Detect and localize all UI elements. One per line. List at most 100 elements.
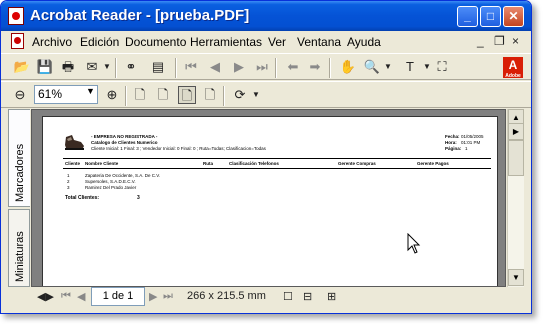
pdf-page: - EMPRESA NO REGISTRADA - Catalogo de Cl… [42, 116, 498, 286]
columns-rule [63, 168, 491, 169]
snapshot-tool-icon[interactable]: ⛶ [433, 58, 451, 76]
column-header-gerente-compras: Gerente Compras [338, 161, 376, 166]
actual-size-icon[interactable]: 🗋 [131, 86, 149, 104]
separator [275, 58, 277, 78]
column-header-clasificacion: Clasificación [229, 161, 257, 166]
main-toolbar: 📂 💾 🖶 ✉ ▼ ⚭ ▤ ⏮ ◀ ▶ ⏭ ⬅ ➡ ✋ 🔍 ▼ T ▼ ⛶ AA… [1, 53, 531, 80]
find-binoculars-icon[interactable]: ⚭ [122, 58, 140, 76]
status-last-page-icon[interactable]: ⏭ [163, 290, 173, 303]
mouse-pointer-icon [407, 233, 421, 254]
continuous-icon[interactable]: ⊟ [303, 290, 312, 303]
hand-tool-icon[interactable]: ✋ [339, 58, 357, 76]
doc-minimize-button[interactable]: _ [477, 34, 484, 48]
print-icon[interactable]: 🖶 [59, 58, 77, 76]
menu-ventana[interactable]: Ventana [297, 35, 341, 49]
continuous-facing-icon[interactable]: ⊞ [327, 290, 336, 303]
page-label: Página: [445, 146, 462, 151]
row-cliente-id: 3 [67, 185, 70, 190]
status-bar: ◀▶ ⏮ ◀ 1 de 1 ▶ ⏭ 266 x 215.5 mm ☐ ⊟ ⊞ [31, 287, 506, 307]
menu-ayuda[interactable]: Ayuda [347, 35, 381, 49]
scroll-thumb[interactable] [508, 140, 524, 176]
column-header-cliente: Cliente [65, 161, 81, 166]
tab-marcadores-label: Marcadores [14, 143, 26, 202]
document-system-menu-icon[interactable] [11, 33, 24, 49]
open-folder-icon[interactable]: 📂 [13, 58, 31, 76]
document-viewport[interactable]: - EMPRESA NO REGISTRADA - Catalogo de Cl… [31, 109, 506, 287]
status-next-page-icon[interactable]: ▶ [149, 290, 157, 303]
row-cliente-id: 1 [67, 173, 70, 178]
menu-documento[interactable]: Documento [125, 35, 186, 49]
tab-miniaturas-label: Miniaturas [14, 231, 26, 282]
separator [329, 58, 331, 78]
row-cliente-id: 2 [67, 179, 70, 184]
fit-visible-icon[interactable]: 🗋 [201, 86, 219, 104]
page-number-field[interactable]: 1 de 1 [91, 287, 145, 306]
scroll-page-up-icon[interactable]: ▶ [508, 123, 524, 140]
status-first-page-icon[interactable]: ⏮ [61, 290, 71, 303]
report-title: Catalogo de Clientes Numerico [91, 140, 158, 145]
zoom-out-icon[interactable]: ⊖ [11, 86, 29, 104]
time-value: 01:01 PM [461, 140, 481, 145]
previous-page-icon[interactable]: ◀ [206, 58, 224, 76]
doc-restore-button[interactable]: ❐ [494, 34, 505, 48]
column-header-gerente-pagos: Gerente Pagos [417, 161, 449, 166]
navigation-pane-tabs: Marcadores Miniaturas [8, 109, 30, 287]
scroll-down-icon[interactable]: ▼ [508, 269, 524, 286]
single-page-icon[interactable]: ☐ [283, 290, 293, 303]
separator [115, 58, 117, 78]
minimize-button[interactable]: _ [457, 6, 478, 27]
acrobat-window: Acrobat Reader - [prueba.PDF] _ □ ✕ Arch… [0, 0, 532, 314]
menu-archivo[interactable]: Archivo [32, 35, 72, 49]
view-toolbar: ⊖ 61% ▼ ⊕ 🗋 🗋 🗋 🗋 ⟳ ▼ [1, 81, 531, 108]
page-dimensions: 266 x 215.5 mm [187, 290, 266, 302]
page-value: 1 [465, 146, 468, 151]
separator [223, 86, 225, 106]
shoe-logo-icon [65, 135, 84, 150]
menu-edicion[interactable]: Edición [80, 35, 119, 49]
fit-width-icon[interactable]: 🗋 [178, 86, 196, 104]
column-header-telefonos: Telefonos [258, 161, 279, 166]
go-back-icon[interactable]: ⬅ [284, 58, 302, 76]
menu-herramientas[interactable]: Herramientas [190, 35, 262, 49]
first-page-icon[interactable]: ⏮ [182, 58, 200, 76]
date-label: Fecha: [445, 134, 460, 139]
save-icon[interactable]: 💾 [36, 58, 54, 76]
maximize-button[interactable]: □ [480, 6, 501, 27]
time-label: Hora: [445, 140, 457, 145]
acrobat-app-icon[interactable] [8, 7, 24, 25]
vertical-scrollbar[interactable]: ▲ ▶ ▼ [507, 109, 524, 287]
properties-icon[interactable]: ▤ [149, 58, 167, 76]
menu-ver[interactable]: Ver [268, 35, 286, 49]
total-clientes-label: Total Clientes: [65, 195, 100, 201]
company-name: - EMPRESA NO REGISTRADA - [91, 134, 158, 139]
go-forward-icon[interactable]: ➡ [306, 58, 324, 76]
doc-close-button[interactable]: × [512, 34, 519, 48]
window-title: Acrobat Reader - [prueba.PDF] [30, 7, 250, 24]
close-button[interactable]: ✕ [503, 6, 524, 27]
email-dropdown-icon[interactable]: ▼ [98, 58, 116, 76]
separator [125, 86, 127, 106]
header-rule [63, 158, 491, 159]
column-header-nombre: Nombre Cliente [85, 161, 119, 166]
row-cliente-name: Supersoles, S.A.D.E.C.V. [85, 179, 136, 184]
separator [175, 58, 177, 78]
title-bar[interactable]: Acrobat Reader - [prueba.PDF] _ □ ✕ [1, 1, 531, 31]
total-clientes-value: 3 [137, 195, 140, 201]
last-page-icon[interactable]: ⏭ [253, 58, 271, 76]
tab-miniaturas[interactable]: Miniaturas [8, 209, 30, 287]
fit-page-icon[interactable]: 🗋 [154, 86, 172, 104]
zoom-in-icon[interactable]: ⊕ [103, 86, 121, 104]
tab-marcadores[interactable]: Marcadores [8, 109, 30, 207]
rotate-dropdown-icon[interactable]: ▼ [247, 86, 265, 104]
text-select-tool-icon[interactable]: T [401, 58, 419, 76]
next-page-icon[interactable]: ▶ [230, 58, 248, 76]
row-cliente-name: Zapateria De Occidente, S.A. De C.V. [85, 173, 161, 178]
menu-bar: Archivo Edición Documento Herramientas V… [1, 31, 531, 52]
adobe-logo-icon[interactable]: A Adobe [503, 57, 523, 79]
pane-toggle-icon[interactable]: ◀▶ [37, 290, 54, 303]
status-previous-page-icon[interactable]: ◀ [77, 290, 85, 303]
zoom-level-dropdown-icon[interactable]: ▼ [86, 86, 95, 96]
zoom-dropdown-icon[interactable]: ▼ [379, 58, 397, 76]
report-filters: Cliente Inicial: 1 Final: 3 ; Vendedor I… [91, 146, 266, 151]
row-cliente-name: Ramirez Del Prado Javier [85, 185, 137, 190]
